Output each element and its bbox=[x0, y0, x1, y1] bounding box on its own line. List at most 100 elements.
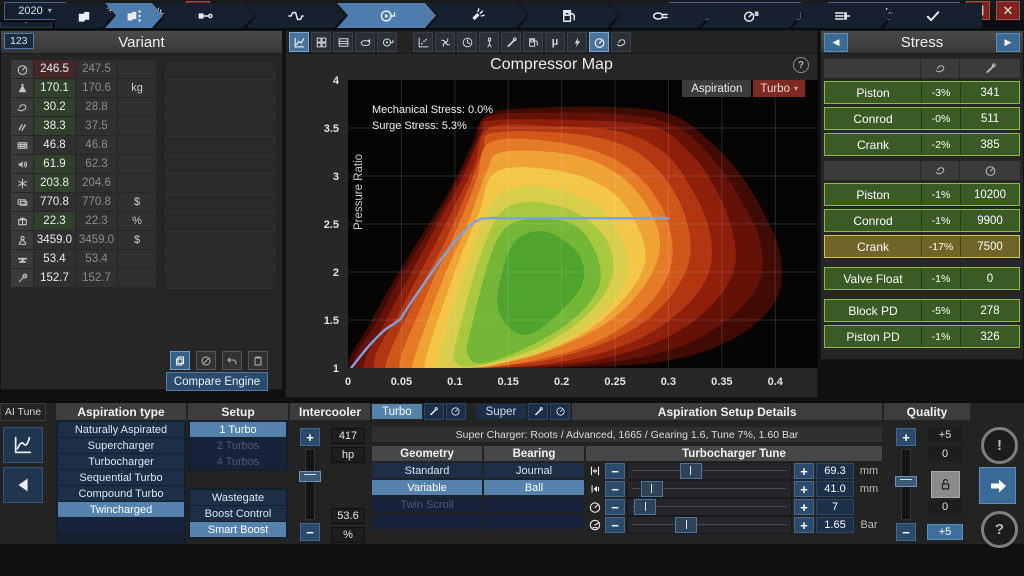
toolbar-table-view-button[interactable] bbox=[333, 32, 353, 52]
quality-plus-button[interactable]: + bbox=[896, 428, 916, 446]
nav-step-exhaust[interactable] bbox=[610, 3, 709, 28]
intercooler-slider[interactable] bbox=[305, 449, 315, 520]
turbine-minus-button[interactable]: − bbox=[605, 481, 625, 497]
close-button[interactable]: ✕ bbox=[996, 1, 1020, 20]
toolbar-tools-button[interactable] bbox=[501, 32, 521, 52]
list-item-sequential-turbo[interactable]: Sequential Turbo bbox=[58, 470, 184, 485]
help-button[interactable]: ? bbox=[981, 511, 1018, 548]
stress-row-piston-pd[interactable]: Piston PD -1% 326 bbox=[824, 325, 1020, 348]
toolbar-scatter-button[interactable] bbox=[413, 32, 433, 52]
slider-handle[interactable] bbox=[634, 499, 656, 515]
list-item-4-turbos[interactable]: 4 Turbos bbox=[190, 454, 286, 469]
nav-step-crankshaft[interactable] bbox=[246, 3, 345, 28]
nav-step-turbo[interactable] bbox=[337, 3, 436, 28]
next-page-button[interactable]: ▶ bbox=[996, 33, 1020, 52]
stress-row-valve-float[interactable]: Valve Float -1% 0 bbox=[824, 267, 1020, 290]
stress-row-crank-rpm[interactable]: Crank -17% 7500 bbox=[824, 235, 1020, 258]
stress-row-conrod-rpm[interactable]: Conrod -1% 9900 bbox=[824, 209, 1020, 232]
compare-engine-button[interactable]: Compare Engine bbox=[166, 372, 268, 391]
list-item-wastegate[interactable]: Wastegate bbox=[190, 490, 286, 505]
compressor-size-slider[interactable] bbox=[627, 462, 792, 480]
list-item-1-turbo[interactable]: 1 Turbo bbox=[190, 422, 286, 437]
aspiration-dropdown[interactable]: Turbo ▾ bbox=[753, 80, 805, 97]
toolbar-spark-plug-button[interactable] bbox=[479, 32, 499, 52]
nav-step-check[interactable] bbox=[883, 3, 982, 28]
toolbar-rpm-gauge-button[interactable] bbox=[589, 32, 609, 52]
quality-slider[interactable] bbox=[901, 449, 911, 520]
prev-page-button[interactable]: ◀ bbox=[824, 33, 848, 52]
nav-step-engine[interactable] bbox=[55, 3, 113, 28]
turbine-plus-button[interactable]: + bbox=[794, 481, 814, 497]
ar-ratio-minus-button[interactable]: − bbox=[605, 499, 625, 515]
list-item-boost-control[interactable]: Boost Control bbox=[190, 506, 286, 521]
stress-row-piston-rpm[interactable]: Piston -1% 10200 bbox=[824, 183, 1020, 206]
tab-turbo[interactable]: Turbo bbox=[372, 404, 422, 419]
stress-row-piston[interactable]: Piston -3% 341 bbox=[824, 81, 1020, 104]
copy-variant-button[interactable] bbox=[170, 351, 190, 370]
nav-step-fuel-spray[interactable] bbox=[428, 3, 527, 28]
ai-tune-graph-button[interactable] bbox=[3, 427, 43, 463]
toolbar-fuel-pump-button[interactable] bbox=[523, 32, 543, 52]
turbo-tools-button[interactable] bbox=[424, 403, 444, 420]
toolbar-quad-view-button[interactable] bbox=[311, 32, 331, 52]
numbers-toggle-button[interactable]: 123 bbox=[4, 33, 34, 49]
discard-button[interactable] bbox=[196, 351, 216, 370]
ar-ratio-plus-button[interactable]: + bbox=[794, 499, 814, 515]
list-item-smart-boost[interactable]: Smart Boost bbox=[190, 522, 286, 537]
list-item-twincharged[interactable]: Twincharged bbox=[58, 502, 184, 517]
toolbar-economy-button[interactable] bbox=[611, 32, 631, 52]
quality-lock-button[interactable] bbox=[931, 471, 960, 498]
super-tools-button[interactable] bbox=[528, 403, 548, 420]
stress-row-crank[interactable]: Crank -2% 385 bbox=[824, 133, 1020, 156]
slider-handle[interactable] bbox=[299, 471, 321, 482]
boost-plus-button[interactable]: + bbox=[794, 517, 814, 533]
ar-ratio-slider[interactable] bbox=[627, 498, 792, 516]
list-item-supercharger[interactable]: Supercharger bbox=[58, 438, 184, 453]
list-item-compound-turbo[interactable]: Compound Turbo bbox=[58, 486, 184, 501]
clipboard-button[interactable] bbox=[248, 351, 268, 370]
car-icon[interactable] bbox=[256, 34, 276, 49]
list-item-standard[interactable]: Standard bbox=[372, 463, 482, 478]
nav-step-piston[interactable] bbox=[155, 3, 254, 28]
stress-row-conrod[interactable]: Conrod -0% 511 bbox=[824, 107, 1020, 130]
boost-minus-button[interactable]: − bbox=[605, 517, 625, 533]
intercooler-plus-button[interactable]: + bbox=[300, 428, 320, 446]
intercooler-minus-button[interactable]: − bbox=[300, 523, 320, 541]
turbine-size-slider[interactable] bbox=[627, 480, 792, 498]
list-item-2-turbos[interactable]: 2 Turbos bbox=[190, 438, 286, 453]
slider-handle[interactable] bbox=[641, 481, 663, 497]
toolbar-clock-button[interactable] bbox=[457, 32, 477, 52]
help-icon[interactable]: ? bbox=[793, 57, 809, 73]
nav-step-dyno[interactable] bbox=[792, 3, 891, 28]
super-dial-button[interactable] bbox=[550, 403, 570, 420]
list-item-journal[interactable]: Journal bbox=[484, 463, 584, 478]
stat-value: 203.8 bbox=[34, 174, 75, 192]
toolbar-fan-button[interactable] bbox=[435, 32, 455, 52]
toolbar-mu-button[interactable]: μ bbox=[545, 32, 565, 52]
list-item-twin-scroll[interactable]: Twin Scroll bbox=[372, 497, 482, 512]
list-item-ball[interactable]: Ball bbox=[484, 480, 584, 495]
quality-minus-button[interactable]: − bbox=[896, 523, 916, 541]
toolbar-dyno-loop-button[interactable] bbox=[355, 32, 375, 52]
slider-handle[interactable] bbox=[895, 476, 917, 487]
undo-button[interactable] bbox=[222, 351, 242, 370]
compressor-minus-button[interactable]: − bbox=[605, 463, 625, 479]
list-item-variable[interactable]: Variable bbox=[372, 480, 482, 495]
next-step-button[interactable] bbox=[979, 467, 1016, 504]
warnings-button[interactable]: ! bbox=[981, 427, 1018, 464]
nav-step-test-gauge[interactable] bbox=[701, 3, 800, 28]
list-item-naturally-aspirated[interactable]: Naturally Aspirated bbox=[58, 422, 184, 437]
back-button[interactable] bbox=[3, 467, 43, 503]
boost-limit-slider[interactable] bbox=[627, 516, 792, 534]
list-item-turbocharger[interactable]: Turbocharger bbox=[58, 454, 184, 469]
toolbar-line-chart-button[interactable] bbox=[289, 32, 309, 52]
slider-handle[interactable] bbox=[675, 517, 697, 533]
turbo-dial-button[interactable] bbox=[446, 403, 466, 420]
toolbar-turbo-button[interactable] bbox=[377, 32, 397, 52]
toolbar-spark-button[interactable] bbox=[567, 32, 587, 52]
slider-handle[interactable] bbox=[680, 463, 702, 479]
tab-super[interactable]: Super bbox=[476, 404, 527, 419]
nav-step-fuel-pump[interactable] bbox=[519, 3, 618, 28]
compressor-plus-button[interactable]: + bbox=[794, 463, 814, 479]
stress-row-block-pd[interactable]: Block PD -5% 278 bbox=[824, 299, 1020, 322]
